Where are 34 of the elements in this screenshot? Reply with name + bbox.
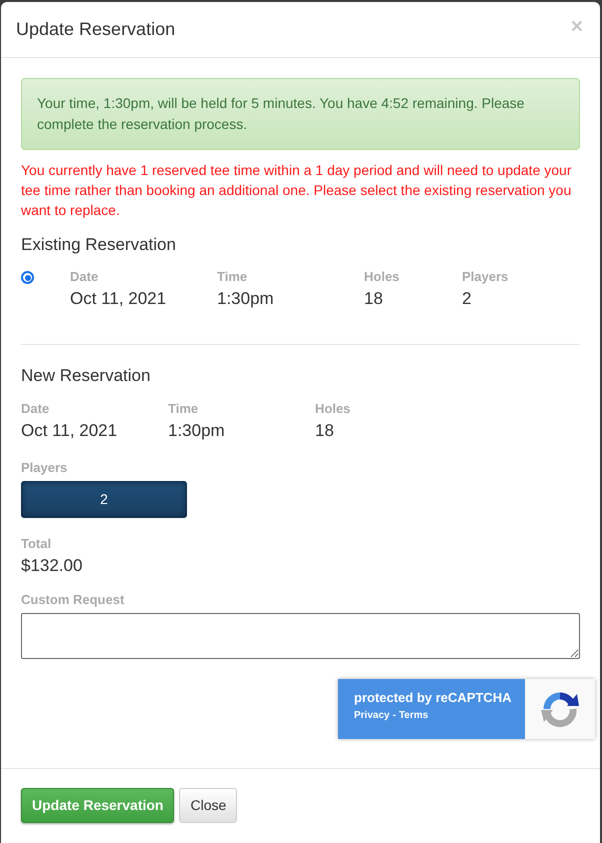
field-value: 18 <box>364 288 383 310</box>
field-value: Oct 11, 2021 <box>21 420 118 442</box>
privacy-link[interactable]: Privacy <box>354 710 390 722</box>
close-button[interactable]: × <box>570 16 583 37</box>
recaptcha-logo-icon <box>541 690 579 728</box>
recaptcha-text: protected by reCAPTCHA <box>354 689 512 707</box>
players-selector[interactable]: 2 <box>21 481 187 518</box>
field-label: Time <box>217 268 248 286</box>
field-value: 2 <box>462 288 472 310</box>
total-amount: $132.00 <box>21 555 82 577</box>
field-value: Oct 11, 2021 <box>70 288 166 310</box>
field-label: Total <box>21 535 52 553</box>
field-label: Players <box>462 268 508 286</box>
radio-button[interactable] <box>21 271 34 284</box>
terms-link[interactable]: Terms <box>398 710 428 722</box>
field-label: Holes <box>364 268 400 286</box>
field-label: Players <box>21 459 68 477</box>
info-alert: Your time, 1:30pm, will be held for 5 minutes. You have 4:52 remaining. Please complete the reservation process. <box>21 78 580 150</box>
update-reservation-button[interactable]: Update Reservation <box>21 788 174 823</box>
field-value: 18 <box>315 420 334 442</box>
close-button[interactable]: Close <box>179 788 238 823</box>
field-label: Time <box>168 400 198 418</box>
custom-request-field[interactable] <box>21 613 580 659</box>
warning-message: You currently have 1 reserved tee time within a 1 day period and will need to update your tee time rather than booking an additional one. Please select the existing reservation you want to replace. <box>21 161 572 220</box>
section-heading: New Reservation <box>21 365 150 387</box>
field-label: Holes <box>315 400 350 418</box>
modal-title: Update Reservation <box>16 18 176 41</box>
link-separator: - <box>392 710 396 722</box>
section-heading: Existing Reservation <box>21 234 176 256</box>
field-value: 1:30pm <box>217 288 274 310</box>
field-label: Date <box>70 268 98 286</box>
field-label: Custom Request <box>21 591 124 609</box>
field-value: 1:30pm <box>168 420 225 442</box>
field-label: Date <box>21 400 50 418</box>
